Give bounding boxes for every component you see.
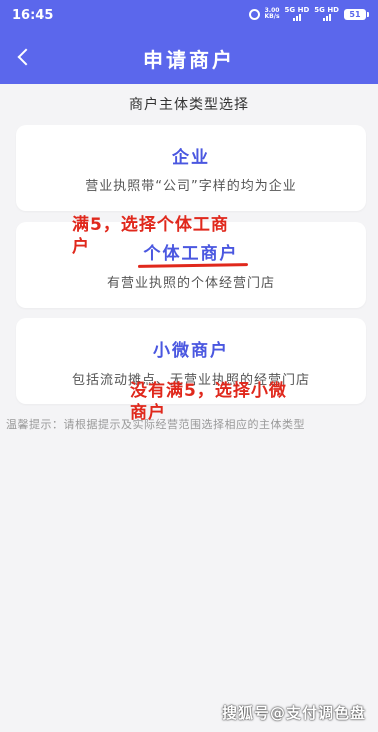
option-title: 小微商户 xyxy=(153,341,229,361)
signal-2-label: 5G HD xyxy=(314,6,339,14)
net-speed-unit: KB/s xyxy=(264,13,280,20)
option-description: 有营业执照的个体经营门店 xyxy=(106,276,275,291)
annotation-line: 商户 xyxy=(130,403,166,423)
annotation-individual: 满5，选择个体工商 户 xyxy=(72,214,262,258)
signal-bars-icon xyxy=(292,14,301,21)
status-bar: 16:45 3.00 KB/s 5G HD 5G HD 51 xyxy=(0,0,378,30)
status-icons: 3.00 KB/s 5G HD 5G HD 51 xyxy=(248,6,369,21)
net-speed: 3.00 KB/s xyxy=(265,8,280,20)
alarm-icon xyxy=(248,8,260,20)
annotation-micro: 没有满5，选择小微 商户 xyxy=(130,380,330,424)
option-description: 营业执照带“公司”字样的均为企业 xyxy=(85,179,297,194)
signal-bars-icon xyxy=(322,14,331,21)
option-title: 企业 xyxy=(172,148,210,168)
battery-icon: 51 xyxy=(344,8,369,20)
page-title: 申请商户 xyxy=(143,48,235,72)
header-bar: 16:45 3.00 KB/s 5G HD 5G HD 51 申请商户 xyxy=(0,0,378,84)
signal-1: 5G HD xyxy=(284,6,310,21)
option-card-enterprise[interactable]: 企业 营业执照带“公司”字样的均为企业 xyxy=(16,125,366,211)
watermark: 搜狐号@支付调色盘 xyxy=(221,704,366,722)
annotation-line: 户 xyxy=(72,237,90,257)
signal-2: 5G HD xyxy=(314,7,339,21)
status-time: 16:45 xyxy=(12,8,54,23)
signal-1-label: 5G HD xyxy=(284,6,310,14)
section-title: 商户主体类型选择 xyxy=(129,97,249,113)
annotation-line: 没有满5，选择小微 xyxy=(130,381,287,401)
annotation-line: 满5，选择个体工商 xyxy=(72,215,229,235)
